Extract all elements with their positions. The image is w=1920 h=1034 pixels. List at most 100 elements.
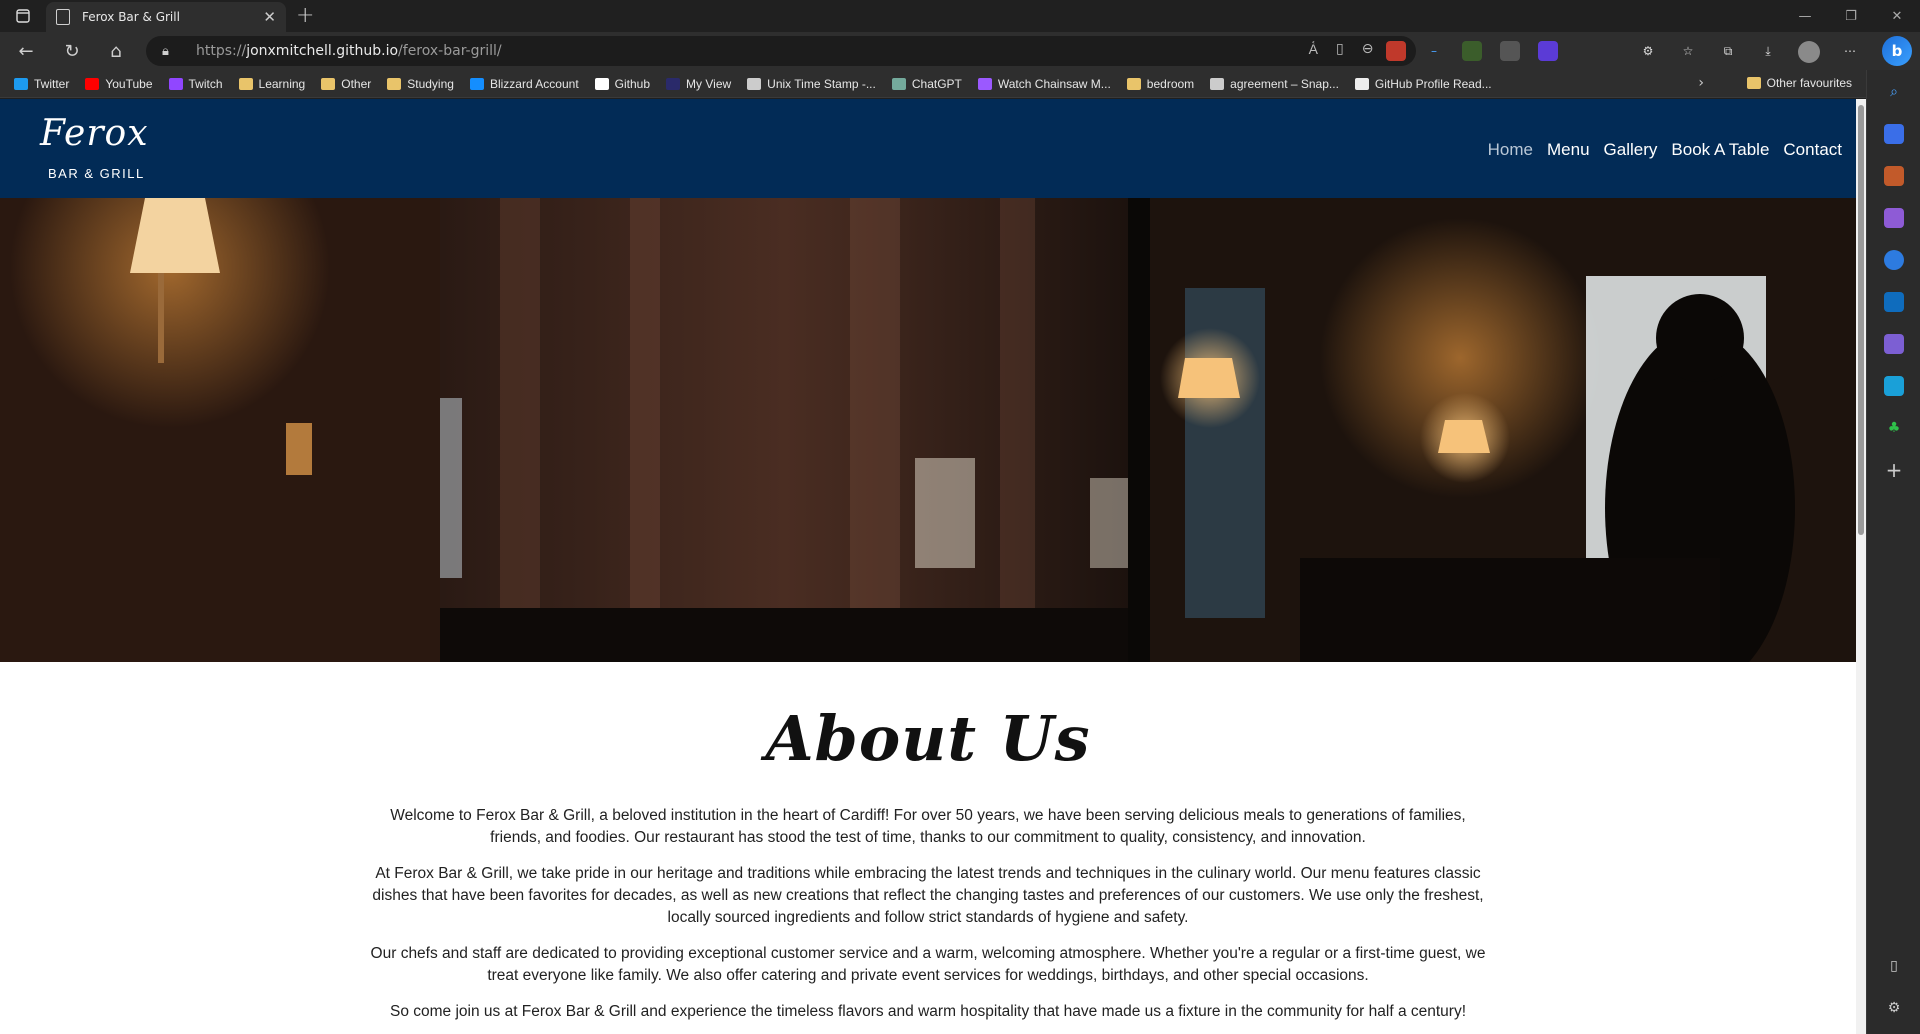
about-text: Welcome to Ferox Bar & Grill, a beloved … [370, 805, 1486, 1034]
home-button[interactable]: ⌂ [104, 39, 128, 63]
bookmark-item[interactable]: ChatGPT [891, 76, 962, 91]
bookmark-label: Learning [258, 76, 306, 91]
search-icon[interactable]: ⌕ [1884, 82, 1904, 102]
games-icon[interactable] [1884, 208, 1904, 228]
bookmark-item[interactable]: bedroom [1126, 76, 1195, 91]
bookmark-item[interactable]: Twitch [168, 76, 223, 91]
nav-link-home[interactable]: Home [1488, 140, 1533, 160]
edge-sidebar: ⌕ ♣ + ▯ ⚙ [1866, 70, 1920, 1034]
twitch-icon [168, 77, 183, 90]
tab-actions-icon[interactable] [10, 6, 36, 26]
bing-copilot-icon[interactable]: b [1882, 36, 1912, 66]
extension-game-icon[interactable] [1462, 41, 1482, 61]
bookmark-label: YouTube [105, 76, 153, 91]
bookmark-item[interactable]: Unix Time Stamp -... [747, 77, 876, 91]
more-menu-icon[interactable]: ⋯ [1840, 41, 1860, 61]
bookmark-item[interactable]: Blizzard Account [469, 77, 579, 91]
about-paragraph: So come join us at Ferox Bar & Grill and… [389, 1003, 1467, 1020]
myview-icon [666, 77, 681, 90]
bookmark-item[interactable]: Github [594, 76, 651, 91]
bookmark-item[interactable]: Twitter [14, 77, 69, 91]
bookmark-label: Watch Chainsaw M... [997, 76, 1111, 91]
blizzard-icon [469, 77, 484, 90]
bookmark-item[interactable]: My View [666, 77, 731, 91]
folder-icon [1746, 77, 1761, 89]
bookmark-label: ChatGPT [911, 76, 962, 91]
hide-sidebar-icon[interactable]: ▯ [1884, 956, 1904, 976]
sidebar-settings-icon[interactable]: ⚙ [1884, 998, 1904, 1018]
bookmark-item[interactable]: YouTube [85, 76, 153, 91]
browser-actions: ⚙ ☆ ⧉ ⤓ ⋯ [1638, 41, 1860, 63]
extension-adblock-icon[interactable] [1386, 41, 1406, 61]
page-viewport: Ferox BAR & GRILL Home Menu Gallery Book A … [0, 99, 1866, 1034]
close-window-button[interactable]: ✕ [1874, 0, 1920, 32]
about-section: About Us Welcome to Ferox Bar & Grill, a… [0, 662, 1856, 1034]
bookmark-label: Studying [407, 76, 454, 91]
page-icon [747, 77, 762, 90]
active-tab[interactable]: Ferox Bar & Grill ✕ [46, 2, 286, 32]
restore-button[interactable]: ❐ [1828, 0, 1874, 32]
bookmark-item[interactable]: agreement – Snap... [1210, 77, 1339, 91]
other-favourites-folder[interactable]: Other favourites [1746, 76, 1852, 90]
twitter-icon [14, 77, 28, 90]
nav-link-menu[interactable]: Menu [1547, 140, 1590, 160]
scrollbar-thumb[interactable] [1858, 105, 1864, 535]
bookmark-item[interactable]: GitHub Profile Read... [1354, 77, 1492, 91]
read-aloud-icon[interactable]: A᷾ [1309, 41, 1318, 58]
close-tab-icon[interactable]: ✕ [263, 8, 276, 26]
profile-avatar[interactable] [1798, 41, 1820, 63]
add-sidebar-app-icon[interactable]: + [1884, 458, 1904, 482]
about-paragraph: Welcome to Ferox Bar & Grill, a beloved … [390, 807, 1466, 846]
address-bar[interactable]: 🔒︎ https://jonxmitchell.github.io/ferox-… [146, 36, 1416, 66]
nav-link-book-a-table[interactable]: Book A Table [1671, 140, 1769, 160]
nav-link-contact[interactable]: Contact [1783, 140, 1842, 160]
shopping-tag-icon[interactable] [1884, 124, 1904, 144]
bookmark-label: Github [614, 76, 651, 91]
site-nav: Home Menu Gallery Book A Table Contact [1488, 140, 1842, 160]
downloads-icon[interactable]: ⤓ [1758, 41, 1778, 61]
minimize-button[interactable]: — [1782, 0, 1828, 32]
microsoft-365-icon[interactable] [1884, 250, 1904, 270]
nav-link-gallery[interactable]: Gallery [1604, 140, 1658, 160]
favorites-icon[interactable]: ☆ [1678, 41, 1698, 61]
tree-icon[interactable]: ♣ [1884, 418, 1904, 438]
outlook-icon[interactable] [1884, 292, 1904, 312]
bookmark-label: agreement – Snap... [1230, 76, 1339, 91]
folder-icon [238, 77, 253, 90]
immersive-reader-icon[interactable]: ▯ [1336, 41, 1344, 58]
bookmark-label: My View [686, 76, 732, 91]
about-paragraph: Our chefs and staff are dedicated to pro… [370, 945, 1486, 984]
bookmark-item[interactable]: Learning [238, 76, 306, 91]
drop-icon[interactable] [1884, 376, 1904, 396]
refresh-button[interactable]: ↻ [60, 39, 84, 63]
chevron-right-icon[interactable]: › [1698, 75, 1704, 91]
bookmark-item[interactable]: Watch Chainsaw M... [977, 76, 1111, 91]
new-tab-button[interactable]: + [296, 3, 314, 28]
extension-translate-icon[interactable] [1500, 41, 1520, 61]
about-paragraph: At Ferox Bar & Grill, we take pride in o… [372, 865, 1484, 926]
browser-window: Ferox Bar & Grill ✕ + — ❐ ✕ ← ↻ ⌂ 🔒︎ htt… [0, 0, 1920, 1034]
site-header: Ferox BAR & GRILL Home Menu Gallery Book A … [0, 99, 1856, 198]
back-button[interactable]: ← [14, 39, 38, 63]
restaurant-interior-photo [0, 198, 1856, 662]
collections-icon[interactable]: ⧉ [1718, 41, 1738, 61]
bookmarks-bar: Twitter YouTube Twitch Learning Other Studyin… [0, 70, 1866, 98]
bookmark-item[interactable]: Other [321, 77, 371, 91]
bookmark-item[interactable]: Studying [387, 77, 454, 91]
page-icon [56, 9, 70, 25]
lock-icon[interactable]: 🔒︎ [162, 44, 182, 59]
readme-icon [1354, 77, 1369, 90]
tools-briefcase-icon[interactable] [1884, 166, 1904, 186]
site-logo[interactable]: Ferox [40, 113, 149, 154]
other-favourites-label: Other favourites [1766, 76, 1852, 90]
bookmark-label: bedroom [1146, 76, 1195, 91]
bookmark-label: Twitch [188, 76, 223, 91]
designer-icon[interactable] [1884, 334, 1904, 354]
extensions-bar: – [1386, 41, 1558, 61]
tab-title: Ferox Bar & Grill [82, 10, 180, 24]
extension-dash-icon[interactable]: – [1424, 41, 1444, 61]
page-scrollbar[interactable] [1856, 99, 1866, 1034]
extensions-icon[interactable]: ⚙ [1638, 41, 1658, 61]
extension-purple-icon[interactable] [1538, 41, 1558, 61]
zoom-icon[interactable]: ⊖ [1362, 41, 1374, 58]
